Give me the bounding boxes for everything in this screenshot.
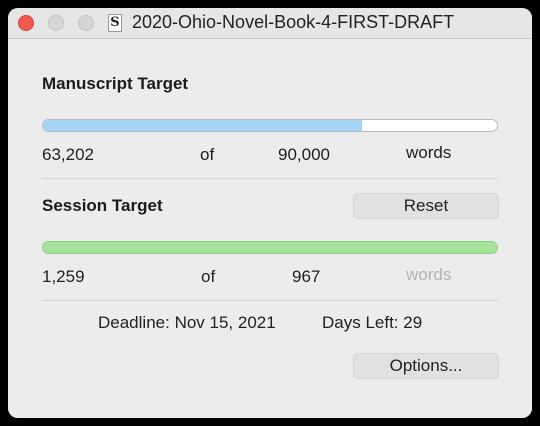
close-window-button[interactable]: [18, 15, 34, 31]
options-button[interactable]: Options...: [353, 353, 499, 379]
session-target-heading: Session Target: [42, 196, 163, 215]
session-progress-fill: [43, 242, 497, 253]
days-left-value: 29: [403, 313, 423, 332]
zoom-window-button[interactable]: [78, 15, 94, 31]
session-current-count: 1,259: [42, 267, 85, 286]
session-target-input[interactable]: 967: [292, 267, 320, 287]
scrivener-document-icon: S: [108, 14, 122, 32]
minimize-window-button[interactable]: [48, 15, 64, 31]
session-progress-bar: [42, 241, 498, 254]
reset-button[interactable]: Reset: [353, 193, 499, 219]
manuscript-target-heading: Manuscript Target: [42, 74, 189, 93]
manuscript-target-input[interactable]: 90,000: [278, 145, 330, 165]
project-targets-window: S 2020-Ohio-Novel-Book-4-FIRST-DRAFT Man…: [8, 8, 532, 418]
manuscript-current-count: 63,202: [42, 145, 94, 164]
session-of-label: of: [201, 267, 216, 286]
title-bar[interactable]: S 2020-Ohio-Novel-Book-4-FIRST-DRAFT: [8, 8, 532, 39]
divider: [42, 178, 498, 179]
manuscript-of-label: of: [200, 145, 215, 164]
days-left-label: Days Left:: [322, 313, 399, 332]
targets-panel: Manuscript Target 63,202 of 90,000 words…: [8, 39, 532, 418]
deadline-value: Nov 15, 2021: [174, 313, 276, 332]
divider: [42, 300, 498, 301]
window-title: 2020-Ohio-Novel-Book-4-FIRST-DRAFT: [132, 12, 455, 32]
session-unit-label: words: [406, 265, 452, 284]
manuscript-progress-bar: [42, 119, 498, 132]
deadline-label: Deadline:: [98, 313, 170, 332]
manuscript-unit-select[interactable]: words: [406, 143, 451, 163]
deadline-text: Deadline: Nov 15, 2021: [98, 313, 276, 333]
days-left-text: Days Left: 29: [322, 313, 422, 333]
manuscript-progress-fill: [43, 120, 362, 131]
